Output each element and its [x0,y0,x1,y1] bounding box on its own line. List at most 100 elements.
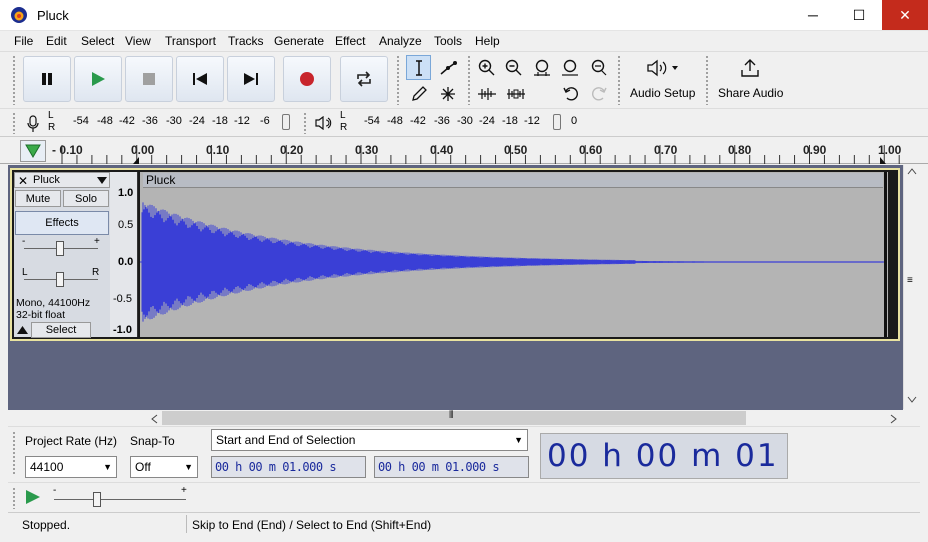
track-panel: ✕ Pluck Mute Solo Effects - + L R Mono, … [8,165,903,410]
audio-position-display[interactable]: 00 h 00 m 01 s [540,433,788,510]
menu-effect[interactable]: Effect [335,34,365,48]
selection-tool-button[interactable] [406,55,431,80]
play-at-speed-icon[interactable] [25,489,41,505]
effects-button[interactable]: Effects [15,211,109,235]
menu-view[interactable]: View [125,34,151,48]
mute-button[interactable]: Mute [15,190,61,207]
menu-tracks[interactable]: Tracks [228,34,264,48]
audio-setup-button[interactable]: Audio Setup [626,55,701,105]
selection-start-value: 00 h 00 m 01.000 s [215,460,337,474]
clip-edge [884,172,887,337]
stop-icon [143,73,155,85]
zoom-toggle-button[interactable] [585,55,610,80]
track-header: ✕ Pluck [14,172,110,188]
edit-grip[interactable] [467,55,472,105]
tools-grip[interactable] [396,55,401,105]
record-level-slider[interactable] [282,114,290,130]
close-button[interactable]: ✕ [882,0,928,30]
trim-audio-button[interactable] [474,81,499,106]
microphone-icon[interactable] [27,115,39,133]
share-audio-button[interactable]: Share Audio [713,55,788,105]
stop-button[interactable] [125,56,173,102]
menu-select[interactable]: Select [81,34,114,48]
speaker-icon[interactable] [315,116,333,130]
meter-grip[interactable] [12,112,17,134]
selection-grip[interactable] [12,431,17,475]
fit-project-button[interactable] [557,55,582,80]
scroll-right-icon[interactable] [890,414,898,424]
multi-tool-button[interactable] [435,81,460,106]
scroll-left-icon[interactable] [150,414,158,424]
loop-button[interactable] [340,56,388,102]
menu-analyze[interactable]: Analyze [379,34,422,48]
fit-selection-button[interactable] [529,55,554,80]
horizontal-scrollbar[interactable]: ⦀ [146,410,902,426]
collapse-track-icon[interactable] [17,326,28,335]
skip-to-start-button[interactable] [176,56,224,102]
menu-help[interactable]: Help [475,34,500,48]
i-beam-icon [415,59,422,76]
solo-button[interactable]: Solo [63,190,109,207]
selection-end-time[interactable]: 00 h 00 m 01.000 s [374,456,529,478]
undo-button[interactable] [558,81,583,106]
skip-to-end-button[interactable] [227,56,275,102]
snap-to-select[interactable]: Off ▼ [130,456,198,478]
meter-tick: -36 [434,115,450,127]
vertical-scrollbar[interactable]: ≡ [903,165,919,409]
record-meter[interactable]: -54 -48 -42 -36 -30 -24 -18 -12 -6 [58,112,294,134]
project-rate-value: 44100 [30,460,64,474]
draw-tool-button[interactable] [406,81,431,106]
vertical-ruler[interactable]: 1.0 0.5 0.0 -0.5 -1.0 [110,172,138,337]
play-speed-grip[interactable] [12,487,17,509]
meter-tick: -36 [142,115,158,127]
speed-slider-track [54,499,186,500]
track-close-button[interactable]: ✕ [18,174,28,188]
chevron-down-icon[interactable] [97,177,107,185]
meter-tick: -42 [119,115,135,127]
redo-button[interactable] [586,81,611,106]
menu-file[interactable]: File [14,34,33,48]
envelope-tool-button[interactable] [435,55,460,80]
pause-button[interactable] [23,56,71,102]
menu-tools[interactable]: Tools [434,34,462,48]
menu-generate[interactable]: Generate [274,34,324,48]
zoom-in-button[interactable] [474,55,499,80]
speed-slider[interactable] [93,492,101,507]
select-track-button[interactable]: Select [31,322,91,338]
meter-tick: -48 [387,115,403,127]
share-grip[interactable] [705,55,710,105]
gain-slider[interactable] [56,241,64,256]
zoom-out-button[interactable] [501,55,526,80]
scale-label: -0.5 [113,293,132,305]
menu-transport[interactable]: Transport [165,34,216,48]
selection-start-time[interactable]: 00 h 00 m 01.000 s [211,456,366,478]
play-meter[interactable]: -54 -48 -42 -36 -30 -24 -18 -12 0 [350,112,586,134]
audio-setup-grip[interactable] [617,55,622,105]
play-meter-grip[interactable] [303,112,308,134]
minimize-button[interactable]: ─ [790,0,836,30]
timeline-ruler[interactable]: - 0.10 0.00 0.10 0.20 0.30 0.40 0.50 0.6… [0,136,928,164]
record-button[interactable] [283,56,331,102]
pan-slider[interactable] [56,272,64,287]
track-control-panel: ✕ Pluck Mute Solo Effects - + L R Mono, … [14,172,110,338]
silence-audio-button[interactable] [503,81,528,106]
toolbar-grip[interactable] [12,55,17,105]
maximize-button[interactable]: ☐ [836,0,882,30]
play-level-slider[interactable] [553,114,561,130]
menu-edit[interactable]: Edit [46,34,67,48]
record-meter-left: L [48,110,54,121]
selection-mode-select[interactable]: Start and End of Selection ▼ [211,429,528,451]
track-bit-depth-info: 32-bit float [16,309,66,321]
track-name-menu[interactable]: Pluck [33,174,60,186]
project-rate-select[interactable]: 44100 ▼ [25,456,117,478]
window-title: Pluck [37,8,69,23]
scroll-thumb[interactable]: ⦀ [162,410,746,425]
toolbar: Audio Setup Share Audio [0,51,928,108]
scroll-thumb-grip-icon[interactable]: ≡ [907,275,916,295]
scroll-up-icon[interactable] [907,167,917,175]
play-button[interactable] [74,56,122,102]
waveform-clip[interactable]: Pluck [140,172,888,337]
pause-icon [42,73,52,85]
clip-title[interactable]: Pluck [143,173,883,188]
scroll-down-icon[interactable] [907,396,917,404]
